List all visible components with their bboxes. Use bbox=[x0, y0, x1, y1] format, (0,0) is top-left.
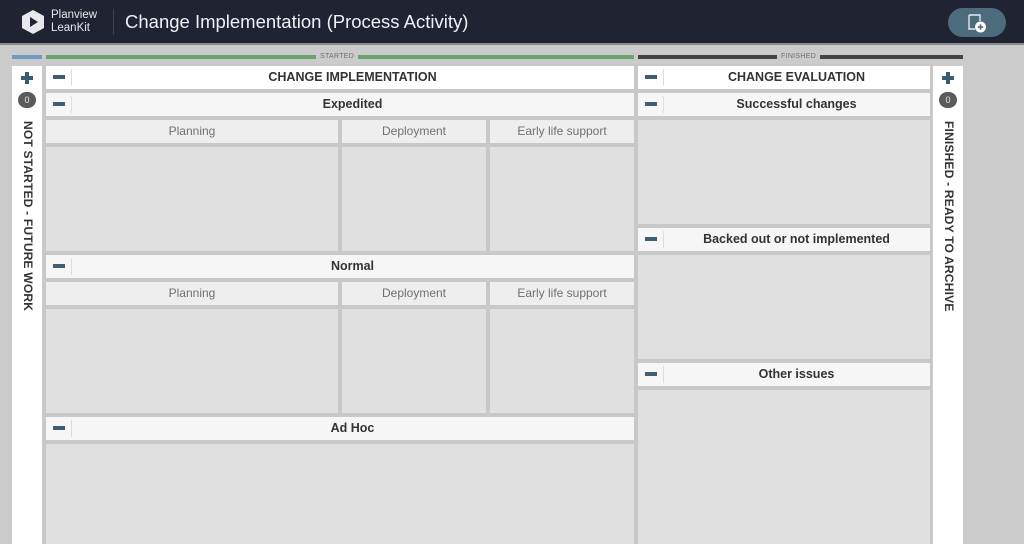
not-started-lane[interactable]: 0 NOT STARTED - FUTURE WORK bbox=[12, 66, 42, 544]
add-card-plus-icon[interactable] bbox=[941, 71, 955, 85]
ad-hoc-drop-area[interactable] bbox=[46, 444, 634, 544]
expedited-lane-header: Expedited bbox=[46, 93, 634, 116]
normal-early-life-support-drop-area[interactable] bbox=[490, 309, 634, 413]
collapse-icon[interactable] bbox=[46, 417, 72, 440]
expedited-deployment-drop-area[interactable] bbox=[342, 147, 486, 251]
lane-title: CHANGE EVALUATION bbox=[727, 70, 866, 84]
card-count-badge: 0 bbox=[18, 92, 36, 108]
card-count-badge: 0 bbox=[939, 92, 957, 108]
expedited-deployment-header[interactable]: Deployment bbox=[342, 120, 486, 143]
collapse-icon[interactable] bbox=[638, 66, 664, 89]
brand-line-1: Planview bbox=[51, 9, 98, 21]
lane-title: Other issues bbox=[758, 367, 835, 381]
lane-title: Normal bbox=[330, 259, 375, 273]
normal-planning-drop-area[interactable] bbox=[46, 309, 338, 413]
collapse-icon[interactable] bbox=[46, 66, 72, 89]
lane-title: Expedited bbox=[322, 97, 383, 111]
expedited-planning-header[interactable]: Planning bbox=[46, 120, 338, 143]
collapse-icon[interactable] bbox=[46, 255, 72, 278]
other-issues-header: Other issues bbox=[638, 363, 930, 386]
collapse-icon[interactable] bbox=[638, 93, 664, 116]
lane-label: NOT STARTED - FUTURE WORK bbox=[21, 121, 35, 312]
other-issues-drop-area[interactable] bbox=[638, 390, 930, 544]
lane-title: Successful changes bbox=[736, 97, 857, 111]
successful-changes-drop-area[interactable] bbox=[638, 120, 930, 224]
backed-out-header: Backed out or not implemented bbox=[638, 228, 930, 251]
collapse-icon[interactable] bbox=[46, 93, 72, 116]
backlog-phase-bar bbox=[12, 55, 42, 59]
expedited-early-life-support-header[interactable]: Early life support bbox=[490, 120, 634, 143]
lane-title: Ad Hoc bbox=[330, 421, 375, 435]
add-card-button[interactable] bbox=[948, 8, 1006, 37]
lane-title: CHANGE IMPLEMENTATION bbox=[268, 70, 437, 84]
expedited-planning-drop-area[interactable] bbox=[46, 147, 338, 251]
started-phase-label: STARTED bbox=[316, 52, 359, 62]
planview-logo-icon bbox=[22, 10, 44, 34]
board-title: Change Implementation (Process Activity) bbox=[125, 11, 469, 32]
normal-deployment-header[interactable]: Deployment bbox=[342, 282, 486, 305]
successful-changes-header: Successful changes bbox=[638, 93, 930, 116]
normal-planning-header[interactable]: Planning bbox=[46, 282, 338, 305]
brand-name: Planview LeanKit bbox=[51, 9, 97, 35]
change-evaluation-header: CHANGE EVALUATION bbox=[638, 66, 930, 89]
normal-early-life-support-header[interactable]: Early life support bbox=[490, 282, 634, 305]
add-card-icon bbox=[968, 14, 986, 33]
finished-phase-label: FINISHED bbox=[777, 52, 821, 62]
top-bar: Planview LeanKit Change Implementation (… bbox=[0, 0, 1024, 45]
expedited-early-life-support-drop-area[interactable] bbox=[490, 147, 634, 251]
collapse-icon[interactable] bbox=[638, 363, 664, 386]
brand-line-2: LeanKit bbox=[51, 22, 91, 34]
add-card-plus-icon[interactable] bbox=[20, 71, 34, 85]
backed-out-drop-area[interactable] bbox=[638, 255, 930, 359]
collapse-icon[interactable] bbox=[638, 228, 664, 251]
normal-deployment-drop-area[interactable] bbox=[342, 309, 486, 413]
change-implementation-header: CHANGE IMPLEMENTATION bbox=[46, 66, 634, 89]
normal-lane-header: Normal bbox=[46, 255, 634, 278]
lane-title: Backed out or not implemented bbox=[703, 232, 890, 246]
brand-divider bbox=[113, 9, 114, 35]
finished-archive-lane[interactable]: 0 FINISHED - READY TO ARCHIVE bbox=[933, 66, 963, 544]
ad-hoc-lane-header: Ad Hoc bbox=[46, 417, 634, 440]
lane-label: FINISHED - READY TO ARCHIVE bbox=[942, 121, 956, 312]
